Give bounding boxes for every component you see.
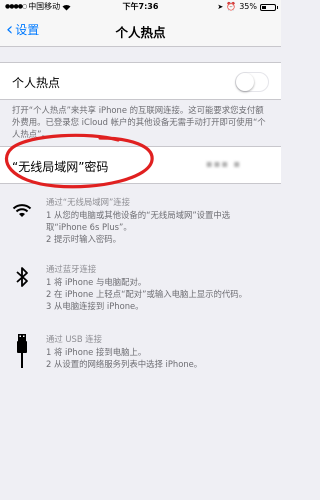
status-right: ➤ ⏰ 35% <box>217 0 278 14</box>
method-bluetooth-text: 通过蓝牙连接 1 将 iPhone 与电脑配对。 2 在 iPhone 上轻点“… <box>46 263 271 312</box>
method-bluetooth-step-3: 3 从电脑连接到 iPhone。 <box>46 301 144 311</box>
hotspot-toggle-cell: 个人热点 <box>0 62 281 100</box>
method-wifi-step-1: 1 从您的电脑或其他设备的“无线局域网”设置中选取“iPhone 6s Plus… <box>46 210 231 232</box>
hotspot-label: 个人热点 <box>12 76 61 90</box>
battery-percent: 35% <box>239 2 257 11</box>
method-wifi-heading: 通过“无线局域网”连接 <box>46 197 131 207</box>
hotspot-footer-text: 打开“个人热点”来共享 iPhone 的互联网连接。这可能要求您支付额外费用。已… <box>12 105 266 139</box>
status-bar: ●●●●○ 中国移动 下午7:36 ➤ ⏰ 35% <box>0 0 281 14</box>
method-usb-step-1: 1 将 iPhone 接到电脑上。 <box>46 347 147 357</box>
navigation-bar: ‹ 设置 个人热点 <box>0 14 281 47</box>
wifi-password-cell[interactable]: “无线局域网”密码 ▪▪▪ ▪ <box>0 146 281 184</box>
method-bluetooth-step-1: 1 将 iPhone 与电脑配对。 <box>46 277 147 287</box>
toggle-knob <box>236 73 254 91</box>
bluetooth-icon <box>10 263 34 291</box>
method-bluetooth-step-2: 2 在 iPhone 上轻点“配对”或输入电脑上显示的代码。 <box>46 289 248 299</box>
method-usb-text: 通过 USB 连接 1 将 iPhone 接到电脑上。 2 从设置的网络服务列表… <box>46 333 271 370</box>
alarm-icon: ⏰ <box>226 2 237 11</box>
method-wifi-text: 通过“无线局域网”连接 1 从您的电脑或其他设备的“无线局域网”设置中选取“iP… <box>46 196 271 245</box>
usb-icon <box>10 333 34 369</box>
method-usb-heading: 通过 USB 连接 <box>46 334 103 344</box>
page-title: 个人热点 <box>115 25 166 40</box>
method-wifi-step-2: 2 提示时输入密码。 <box>46 234 121 244</box>
wifi-icon <box>10 196 34 224</box>
method-usb-step-2: 2 从设置的网络服务列表中选择 iPhone。 <box>46 359 203 369</box>
hotspot-toggle[interactable] <box>235 72 269 92</box>
location-icon: ➤ <box>217 3 224 11</box>
battery-icon <box>260 3 278 11</box>
wifi-password-value: ▪▪▪ ▪ <box>205 159 241 170</box>
method-bluetooth-heading: 通过蓝牙连接 <box>46 264 97 274</box>
wifi-password-label: “无线局域网”密码 <box>12 160 109 174</box>
